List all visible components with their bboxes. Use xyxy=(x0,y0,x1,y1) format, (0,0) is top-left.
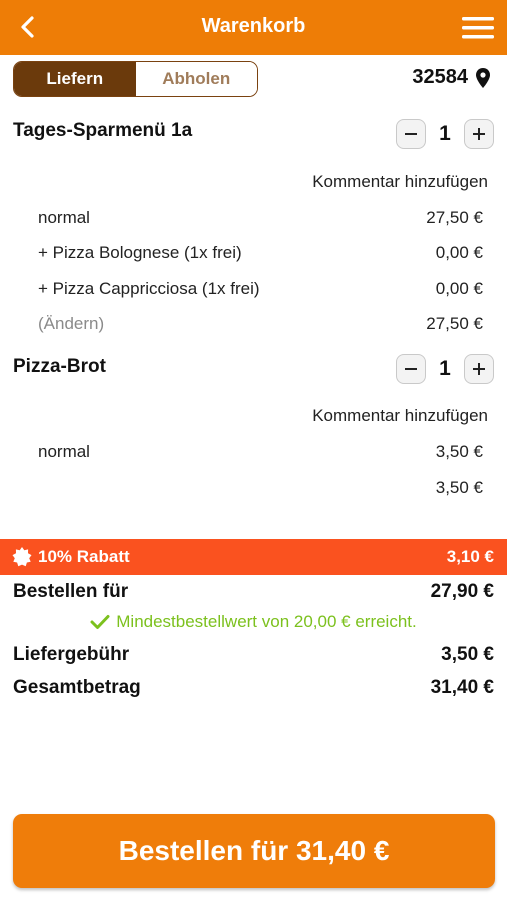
delivery-fee-row: Liefergebühr 3,50 € xyxy=(13,644,494,666)
list-item: (Ändern) 27,50 € xyxy=(38,314,483,334)
order-button[interactable]: Bestellen für 31,40 € xyxy=(13,814,495,888)
list-item: + Pizza Bolognese (1x frei) 0,00 € xyxy=(38,243,483,263)
quantity-stepper: 1 xyxy=(396,119,494,149)
page-title: Warenkorb xyxy=(201,15,306,37)
line-price: 0,00 € xyxy=(435,243,483,262)
plus-icon xyxy=(473,363,485,375)
total-row: Gesamtbetrag 31,40 € xyxy=(13,677,494,699)
line-label: normal xyxy=(38,208,90,227)
plus-icon xyxy=(473,128,485,140)
change-link[interactable]: (Ändern) xyxy=(38,314,104,334)
hamburger-icon xyxy=(462,17,494,39)
min-order-note: Mindestbestellwert von 20,00 € erreicht. xyxy=(0,612,507,632)
map-pin-icon xyxy=(476,67,490,88)
order-for-row: Bestellen für 27,90 € xyxy=(13,581,494,603)
item-total: 3,50 € xyxy=(435,478,483,497)
deliver-option[interactable]: Liefern xyxy=(14,62,136,96)
order-for-label: Bestellen für xyxy=(13,581,129,602)
quantity-value: 1 xyxy=(439,357,451,380)
total-label: Gesamtbetrag xyxy=(13,677,141,698)
quantity-stepper: 1 xyxy=(396,354,494,384)
checkmark-icon xyxy=(90,615,110,629)
line-label: + Pizza Bolognese (1x frei) xyxy=(38,243,242,262)
cart-item-name: Pizza-Brot xyxy=(13,356,106,377)
pickup-option[interactable]: Abholen xyxy=(135,62,257,96)
quantity-value: 1 xyxy=(439,122,451,145)
zip-code: 32584 xyxy=(412,66,468,88)
delivery-fee-label: Liefergebühr xyxy=(13,644,130,665)
list-item: normal 27,50 € xyxy=(38,208,483,228)
order-for-value: 27,90 € xyxy=(430,581,494,602)
line-label: + Pizza Cappricciosa (1x frei) xyxy=(38,279,260,298)
add-comment-link[interactable]: Kommentar hinzufügen xyxy=(312,406,488,426)
discount-label: 10% Rabatt xyxy=(38,547,130,566)
decrease-button[interactable] xyxy=(396,119,426,149)
badge-icon xyxy=(12,547,32,567)
line-price: 27,50 € xyxy=(426,208,483,227)
minus-icon xyxy=(405,133,417,135)
list-item: + Pizza Cappricciosa (1x frei) 0,00 € xyxy=(38,279,483,299)
increase-button[interactable] xyxy=(464,119,494,149)
menu-button[interactable] xyxy=(459,12,497,44)
total-value: 31,40 € xyxy=(430,677,494,698)
list-item: normal 3,50 € xyxy=(38,442,483,462)
delivery-mode-toggle: Liefern Abholen xyxy=(13,61,258,97)
line-price: 0,00 € xyxy=(435,279,483,298)
decrease-button[interactable] xyxy=(396,354,426,384)
cart-item-name: Tages-Sparmenü 1a xyxy=(13,120,193,141)
discount-amount: 3,10 € xyxy=(446,547,494,566)
discount-bar: 10% Rabatt 3,10 € xyxy=(0,539,507,575)
zip-location[interactable]: 32584 xyxy=(412,66,490,89)
line-price: 27,50 € xyxy=(426,314,483,333)
app-header: Warenkorb xyxy=(0,0,507,55)
increase-button[interactable] xyxy=(464,354,494,384)
delivery-fee-value: 3,50 € xyxy=(441,644,494,665)
line-price: 3,50 € xyxy=(435,442,483,461)
min-order-text: Mindestbestellwert von 20,00 € erreicht. xyxy=(116,612,417,631)
line-label: normal xyxy=(38,442,90,461)
add-comment-link[interactable]: Kommentar hinzufügen xyxy=(312,172,488,192)
minus-icon xyxy=(405,368,417,370)
